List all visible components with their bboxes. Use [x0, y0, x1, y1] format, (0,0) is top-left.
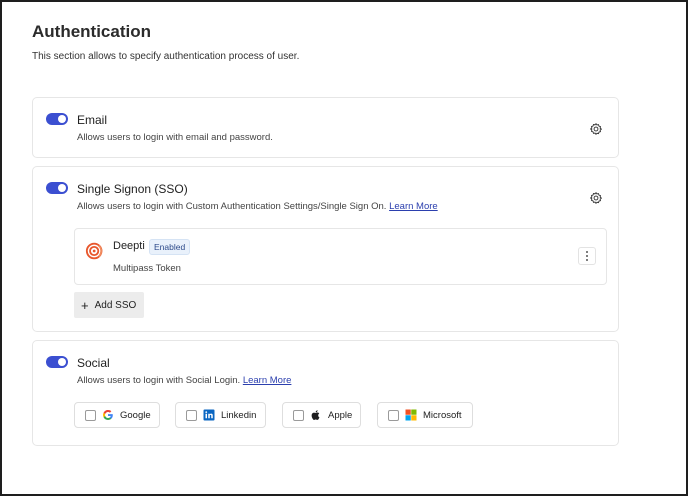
page-subtitle: This section allows to specify authentic… — [32, 51, 300, 62]
linkedin-label: Linkedin — [221, 409, 257, 421]
provider-logo-icon — [85, 242, 103, 260]
social-auth-card: Social Allows users to login with Social… — [32, 340, 619, 446]
linkedin-icon — [203, 409, 215, 421]
sso-toggle[interactable] — [46, 182, 68, 194]
kebab-dot — [586, 259, 588, 261]
kebab-dot — [586, 255, 588, 257]
email-description: Allows users to login with email and pas… — [77, 132, 273, 143]
social-toggle[interactable] — [46, 356, 68, 368]
social-description-text: Allows users to login with Social Login. — [77, 375, 241, 386]
social-description: Allows users to login with Social Login.… — [77, 375, 291, 386]
google-label: Google — [120, 409, 151, 421]
toggle-knob — [58, 358, 66, 366]
page-title: Authentication — [32, 22, 151, 41]
apple-icon — [311, 410, 320, 420]
microsoft-label: Microsoft — [423, 409, 462, 421]
status-badge: Enabled — [149, 239, 191, 255]
sso-provider-card: Deepti Enabled Multipass Token — [74, 228, 607, 285]
microsoft-checkbox[interactable] — [388, 409, 399, 421]
apple-checkbox[interactable] — [293, 409, 304, 421]
google-icon — [102, 409, 113, 420]
provider-name: Deepti — [113, 240, 145, 252]
social-option-microsoft[interactable]: Microsoft — [377, 402, 473, 428]
email-auth-card: Email Allows users to login with email a… — [32, 97, 619, 158]
toggle-knob — [58, 115, 66, 123]
sso-auth-card: Single Signon (SSO) Allows users to logi… — [32, 166, 619, 332]
email-toggle[interactable] — [46, 113, 68, 125]
sso-description: Allows users to login with Custom Authen… — [77, 201, 438, 212]
email-title: Email — [77, 113, 108, 127]
sso-description-text: Allows users to login with Custom Authen… — [77, 201, 387, 212]
sso-learn-more-link[interactable]: Learn More — [389, 201, 438, 212]
provider-type: Multipass Token — [113, 263, 181, 274]
gear-icon[interactable] — [589, 191, 603, 205]
social-option-google[interactable]: Google — [74, 402, 160, 428]
apple-label: Apple — [328, 409, 353, 421]
social-option-linkedin[interactable]: Linkedin — [175, 402, 266, 428]
social-learn-more-link[interactable]: Learn More — [243, 375, 292, 386]
sso-title: Single Signon (SSO) — [77, 182, 188, 196]
plus-icon: + — [81, 297, 89, 313]
social-option-apple[interactable]: Apple — [282, 402, 361, 428]
gear-icon[interactable] — [589, 122, 603, 136]
provider-more-menu-button[interactable] — [578, 247, 596, 265]
linkedin-checkbox[interactable] — [186, 409, 197, 421]
microsoft-icon — [405, 409, 417, 421]
google-checkbox[interactable] — [85, 409, 96, 421]
social-title: Social — [77, 356, 110, 370]
toggle-knob — [58, 184, 66, 192]
kebab-dot — [586, 251, 588, 253]
add-sso-label: Add SSO — [94, 299, 137, 311]
add-sso-button[interactable]: + Add SSO — [74, 292, 144, 318]
